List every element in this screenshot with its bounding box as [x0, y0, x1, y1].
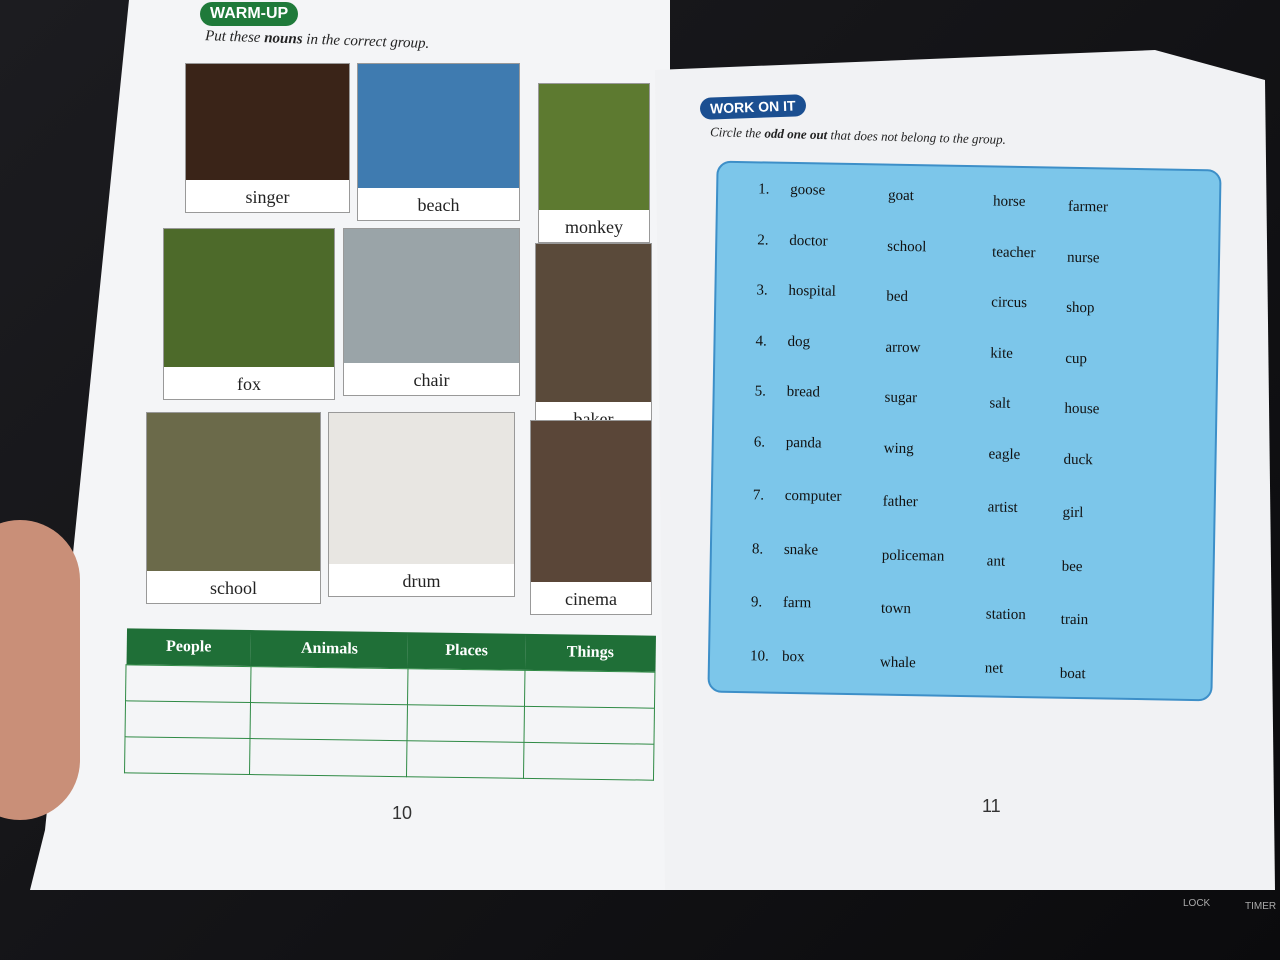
- picture-card-fox: fox: [163, 228, 335, 400]
- word-option[interactable]: train: [1061, 612, 1089, 629]
- word-option[interactable]: arrow: [885, 339, 920, 357]
- word-option[interactable]: wing: [884, 440, 914, 458]
- photo-beach: [358, 64, 519, 188]
- word-option[interactable]: boat: [1060, 665, 1086, 682]
- word-option[interactable]: goose: [790, 182, 825, 200]
- word-option[interactable]: nurse: [1067, 249, 1100, 267]
- timer-label: TIMER: [1245, 901, 1277, 912]
- word-option[interactable]: horse: [993, 193, 1026, 211]
- word-option[interactable]: town: [881, 601, 911, 619]
- picture-card-chair: chair: [343, 228, 520, 396]
- exercise-row: 5. bread sugar salt house: [714, 383, 1215, 422]
- row-number: 2.: [757, 231, 769, 249]
- row-number: 8.: [751, 540, 764, 558]
- photo-drum: [329, 413, 514, 564]
- header-places: Places: [407, 632, 526, 670]
- picture-card-beach: beach: [357, 63, 520, 221]
- picture-label: fox: [237, 374, 261, 394]
- picture-card-singer: singer: [185, 63, 350, 213]
- word-option[interactable]: policeman: [882, 547, 945, 565]
- word-option[interactable]: eagle: [988, 446, 1020, 464]
- header-people: People: [126, 628, 252, 667]
- word-option[interactable]: box: [782, 648, 805, 665]
- word-option[interactable]: shop: [1066, 300, 1095, 317]
- odd-one-out-box: 1. goose goat horse farmer 2. doctor school teac…: [707, 160, 1222, 702]
- word-option[interactable]: whale: [880, 654, 916, 672]
- picture-label: chair: [413, 370, 450, 390]
- photo-baker: [536, 244, 651, 402]
- picture-card-monkey: monkey: [538, 83, 650, 243]
- exercise-row: 2. doctor school teacher nurse: [717, 231, 1218, 270]
- picture-label: drum: [402, 571, 441, 591]
- word-option[interactable]: farm: [783, 595, 812, 612]
- word-option[interactable]: bed: [886, 289, 908, 306]
- photo-cinema: [531, 421, 651, 582]
- row-number: 4.: [755, 332, 767, 350]
- exercise-row: 10. box whale net boat: [710, 647, 1211, 686]
- photo-school: [147, 413, 320, 571]
- word-option[interactable]: school: [887, 238, 926, 256]
- warm-up-badge: WARM-UP: [200, 2, 299, 26]
- word-option[interactable]: panda: [786, 434, 822, 452]
- word-option[interactable]: house: [1064, 401, 1099, 419]
- exercise-row: 4. dog arrow kite cup: [715, 332, 1216, 371]
- exercise-row: 9. farm town station train: [711, 594, 1212, 633]
- exercise-row: 3. hospital bed circus shop: [716, 282, 1217, 321]
- word-option[interactable]: girl: [1062, 505, 1083, 522]
- word-option[interactable]: sugar: [884, 390, 917, 408]
- picture-card-drum: drum: [328, 412, 515, 597]
- word-option[interactable]: kite: [990, 345, 1013, 362]
- row-number: 6.: [753, 433, 766, 451]
- word-option[interactable]: teacher: [992, 244, 1036, 262]
- word-option[interactable]: goat: [888, 188, 914, 205]
- header-things: Things: [525, 633, 656, 672]
- picture-label: cinema: [565, 589, 617, 609]
- noun-group-table: People Animals Places Things: [124, 628, 656, 780]
- picture-label: monkey: [565, 217, 623, 237]
- row-number: 5.: [754, 383, 767, 400]
- page-number-right: 11: [982, 796, 1001, 816]
- word-option[interactable]: salt: [989, 395, 1010, 412]
- row-number: 10.: [749, 647, 769, 665]
- photo-chair: [344, 229, 519, 363]
- word-option[interactable]: farmer: [1068, 199, 1108, 217]
- word-option[interactable]: artist: [988, 499, 1018, 517]
- word-option[interactable]: circus: [991, 294, 1027, 312]
- word-option[interactable]: computer: [785, 488, 842, 506]
- row-number: 7.: [752, 487, 765, 504]
- photo-singer: [186, 64, 349, 180]
- exercise-row: 7. computer father artist girl: [712, 487, 1213, 526]
- word-option[interactable]: hospital: [788, 283, 836, 301]
- word-option[interactable]: duck: [1063, 451, 1092, 469]
- picture-label: beach: [417, 195, 460, 215]
- lock-label: LOCK: [1183, 898, 1211, 909]
- picture-label: singer: [245, 187, 290, 207]
- exercise-row: 8. snake policeman ant bee: [712, 540, 1213, 579]
- row-number: 3.: [756, 282, 768, 299]
- word-option[interactable]: cup: [1065, 350, 1087, 367]
- word-option[interactable]: father: [883, 494, 918, 512]
- photo-monkey: [539, 84, 649, 210]
- page-number-left: 10: [392, 803, 413, 823]
- word-option[interactable]: bee: [1061, 558, 1083, 575]
- row-number: 9.: [750, 594, 763, 611]
- word-option[interactable]: dog: [787, 333, 810, 350]
- word-option[interactable]: net: [985, 660, 1004, 677]
- word-option[interactable]: station: [986, 606, 1026, 624]
- word-option[interactable]: ant: [987, 553, 1006, 570]
- picture-card-school: school: [146, 412, 321, 604]
- word-option[interactable]: doctor: [789, 232, 828, 250]
- picture-card-baker: baker: [535, 243, 652, 435]
- exercise-row: 6. panda wing eagle duck: [713, 433, 1214, 472]
- word-option[interactable]: bread: [786, 384, 821, 402]
- photo-fox: [164, 229, 334, 367]
- hand: [0, 520, 80, 820]
- work-on-it-badge: WORK ON IT: [699, 94, 806, 120]
- word-option[interactable]: snake: [784, 541, 818, 559]
- picture-label: school: [210, 578, 257, 598]
- row-number: 1.: [758, 181, 770, 198]
- picture-card-cinema: cinema: [530, 420, 652, 615]
- exercise-row: 1. goose goat horse farmer: [718, 181, 1219, 220]
- header-animals: Animals: [250, 630, 409, 669]
